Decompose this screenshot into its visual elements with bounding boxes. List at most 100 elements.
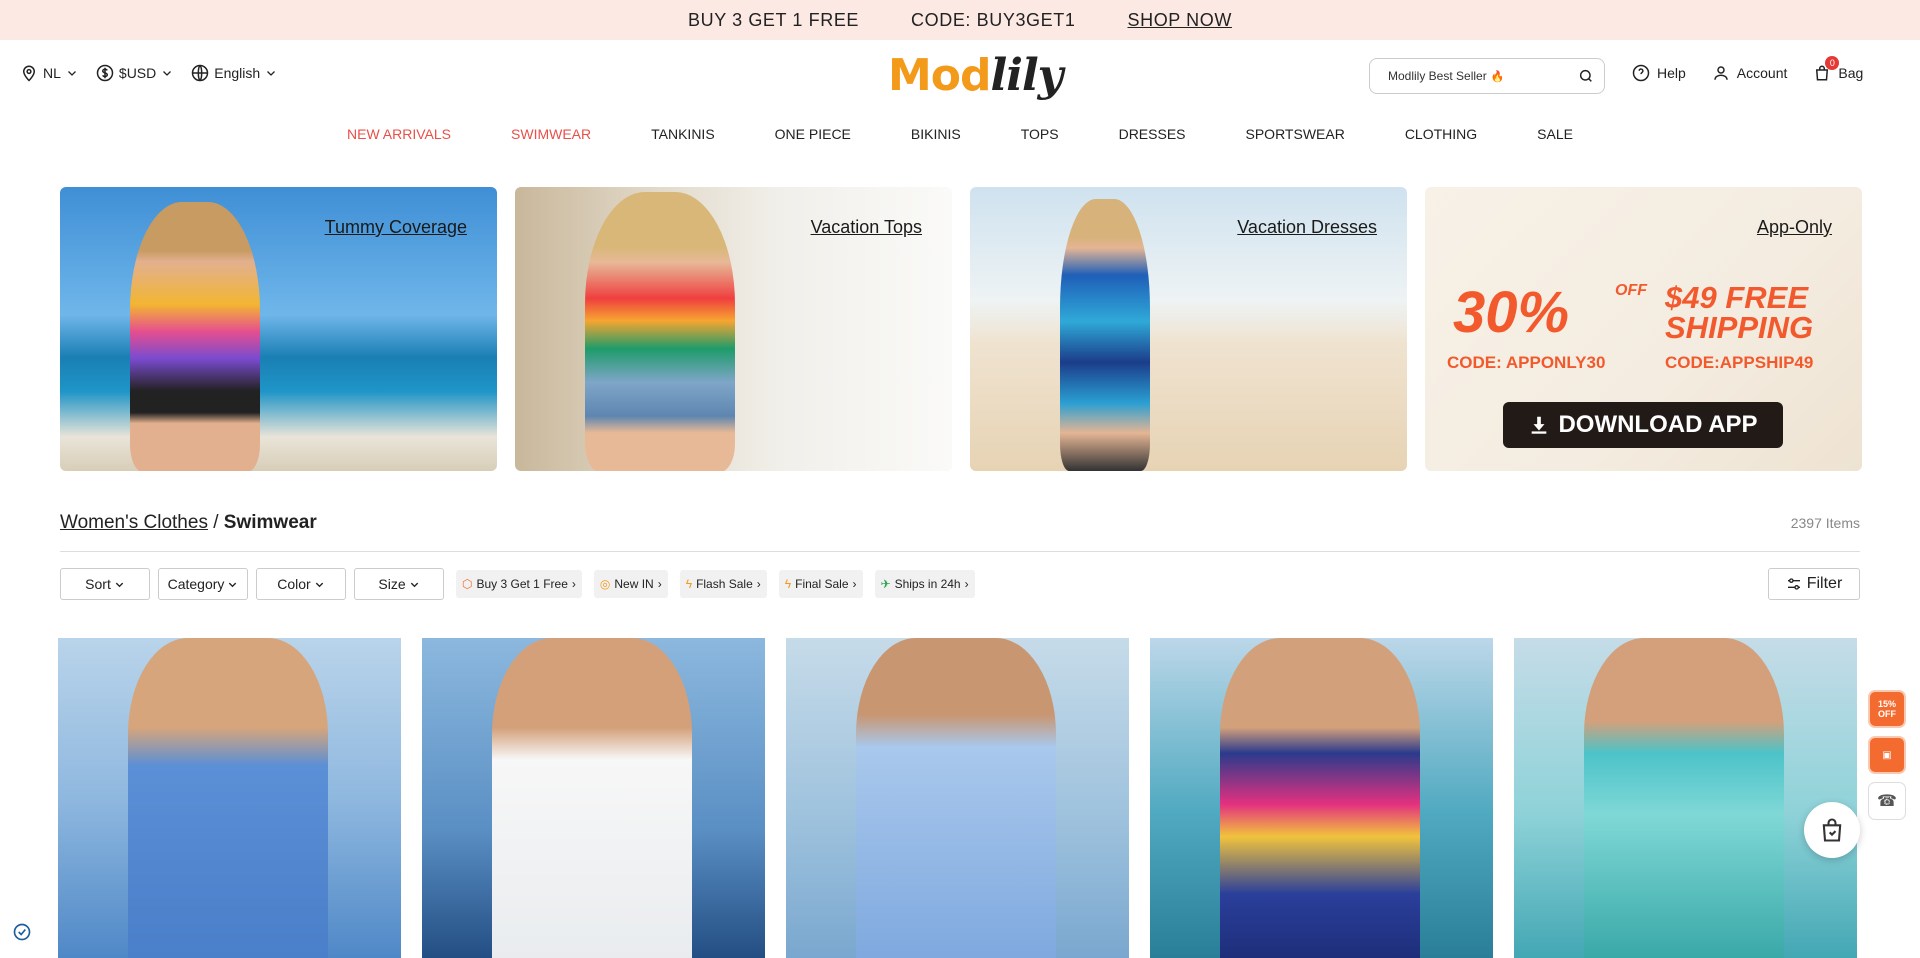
color-label: Color: [277, 576, 311, 592]
filter-bar: Sort Category Color Size ⬡ Buy 3 Get 1 F…: [60, 568, 975, 600]
privacy-check-icon[interactable]: [10, 920, 34, 944]
banner-vacation-dresses[interactable]: Vacation Dresses: [970, 187, 1407, 471]
product-card[interactable]: [1150, 638, 1493, 958]
product-image: [856, 638, 1056, 958]
download-app-button[interactable]: DOWNLOAD APP: [1503, 402, 1783, 448]
size-label: Size: [378, 576, 406, 592]
header-actions: Help Account 0 Bag: [1632, 56, 1864, 82]
sort-dropdown[interactable]: Sort: [60, 568, 150, 600]
product-grid: [58, 638, 1857, 958]
logo-mod: Mod: [888, 50, 992, 101]
app-coupon-icon[interactable]: ▣: [1868, 736, 1906, 774]
chip-buy3get1[interactable]: ⬡ Buy 3 Get 1 Free ›: [456, 570, 582, 598]
chip-label: New IN: [614, 577, 654, 591]
bag-label: Bag: [1838, 65, 1864, 81]
location-pin-icon: [22, 65, 36, 82]
sort-label: Sort: [85, 576, 111, 592]
help-icon: [1632, 64, 1650, 82]
shop-now-link[interactable]: SHOP NOW: [1127, 10, 1231, 31]
chip-label: Final Sale: [795, 577, 849, 591]
nav-bikinis[interactable]: BIKINIS: [881, 126, 991, 142]
sliders-icon: [1787, 578, 1800, 590]
chip-new-in[interactable]: ◎ New IN ›: [593, 570, 668, 598]
banner-vacation-tops[interactable]: Vacation Tops: [515, 187, 952, 471]
main-nav: NEW ARRIVALS SWIMWEAR TANKINIS ONE PIECE…: [0, 126, 1920, 142]
discount-badge[interactable]: 15% OFF: [1868, 690, 1906, 728]
help-link[interactable]: Help: [1632, 64, 1686, 82]
app-code-apponly: CODE: APPONLY30: [1447, 353, 1606, 372]
app-free-line1: $49 FREE: [1665, 280, 1809, 315]
category-dropdown[interactable]: Category: [158, 568, 248, 600]
logo-lily: lily: [990, 50, 1064, 101]
model-image: [1060, 199, 1150, 471]
filter-button[interactable]: Filter: [1768, 568, 1860, 600]
side-badges: 15% OFF ▣ ☎: [1868, 690, 1906, 820]
color-dropdown[interactable]: Color: [256, 568, 346, 600]
download-label: DOWNLOAD APP: [1558, 411, 1758, 438]
model-image: [130, 202, 260, 471]
nav-tankinis[interactable]: TANKINIS: [621, 126, 745, 142]
product-image: [492, 638, 692, 958]
filter-label: Filter: [1806, 575, 1843, 592]
tag-icon: ⬡: [462, 577, 473, 591]
banner-app-only[interactable]: App-Only 30% OFF $49 FREE SHIPPING CODE:…: [1425, 187, 1862, 471]
shield-check-icon: [13, 923, 31, 941]
flame-icon: 🔥: [1490, 71, 1505, 83]
nav-tops[interactable]: TOPS: [991, 126, 1089, 142]
breadcrumb-separator: /: [213, 512, 219, 533]
nav-swimwear[interactable]: SWIMWEAR: [481, 126, 621, 142]
divider: [60, 551, 1860, 552]
product-card[interactable]: [786, 638, 1129, 958]
customer-service-icon[interactable]: ☎: [1868, 782, 1906, 820]
nav-one-piece[interactable]: ONE PIECE: [745, 126, 881, 142]
chevron-right-icon: ›: [852, 577, 857, 591]
app-percent: 30%: [1453, 280, 1570, 345]
product-card[interactable]: [422, 638, 765, 958]
app-code-appship: CODE:APPSHIP49: [1665, 353, 1814, 372]
nav-new-arrivals[interactable]: NEW ARRIVALS: [317, 126, 481, 142]
app-free-shipping: $49 FREE SHIPPING: [1665, 280, 1814, 345]
chip-ships-24h[interactable]: ✈ Ships in 24h ›: [874, 570, 975, 598]
plane-icon: ✈: [880, 577, 891, 591]
search-input[interactable]: Modlily Best Seller 🔥: [1388, 69, 1578, 83]
currency-selector[interactable]: $USD: [96, 64, 173, 82]
nav-sale[interactable]: SALE: [1507, 126, 1603, 142]
header: NL $USD English Modlily Modlily Best Sel…: [0, 40, 1920, 112]
chip-label: Flash Sale: [696, 577, 753, 591]
chip-flash-sale[interactable]: ϟ Flash Sale ›: [679, 570, 767, 598]
product-card[interactable]: [58, 638, 401, 958]
chip-label: Buy 3 Get 1 Free: [476, 577, 568, 591]
shopping-bag-icon: [1822, 818, 1842, 842]
region-selector[interactable]: NL: [20, 64, 78, 82]
search-icon[interactable]: [1578, 68, 1594, 84]
nav-clothing[interactable]: CLOTHING: [1375, 126, 1507, 142]
nav-dresses[interactable]: DRESSES: [1089, 126, 1216, 142]
language-label: English: [214, 65, 261, 81]
chevron-down-icon: [115, 582, 124, 587]
banner-label: Vacation Tops: [810, 217, 922, 237]
language-selector[interactable]: English: [191, 64, 277, 82]
bag-count-badge: 0: [1825, 56, 1840, 70]
size-dropdown[interactable]: Size: [354, 568, 444, 600]
dollar-icon: [96, 64, 114, 82]
chevron-down-icon: [67, 71, 76, 76]
account-label: Account: [1736, 65, 1788, 81]
nav-sportswear[interactable]: SPORTSWEAR: [1216, 126, 1375, 142]
bag-link[interactable]: 0 Bag: [1813, 56, 1864, 82]
app-free-line2: SHIPPING: [1665, 310, 1814, 345]
product-image: [1584, 638, 1784, 958]
account-link[interactable]: Account: [1712, 64, 1788, 82]
chevron-right-icon: ›: [756, 577, 761, 591]
breadcrumb-parent[interactable]: Women's Clothes: [60, 512, 208, 533]
site-logo[interactable]: Modlily: [888, 50, 1064, 101]
search-box[interactable]: Modlily Best Seller 🔥: [1369, 58, 1605, 94]
lightning-icon: ϟ: [784, 577, 792, 591]
chevron-down-icon: [410, 582, 418, 587]
chip-final-sale[interactable]: ϟ Final Sale ›: [778, 570, 863, 598]
category-banners: Tummy Coverage Vacation Tops Vacation Dr…: [60, 187, 1862, 471]
model-image: [585, 192, 735, 471]
floating-bag-button[interactable]: [1804, 802, 1860, 858]
product-card[interactable]: [1514, 638, 1857, 958]
product-image: [128, 638, 328, 958]
banner-tummy-coverage[interactable]: Tummy Coverage: [60, 187, 497, 471]
